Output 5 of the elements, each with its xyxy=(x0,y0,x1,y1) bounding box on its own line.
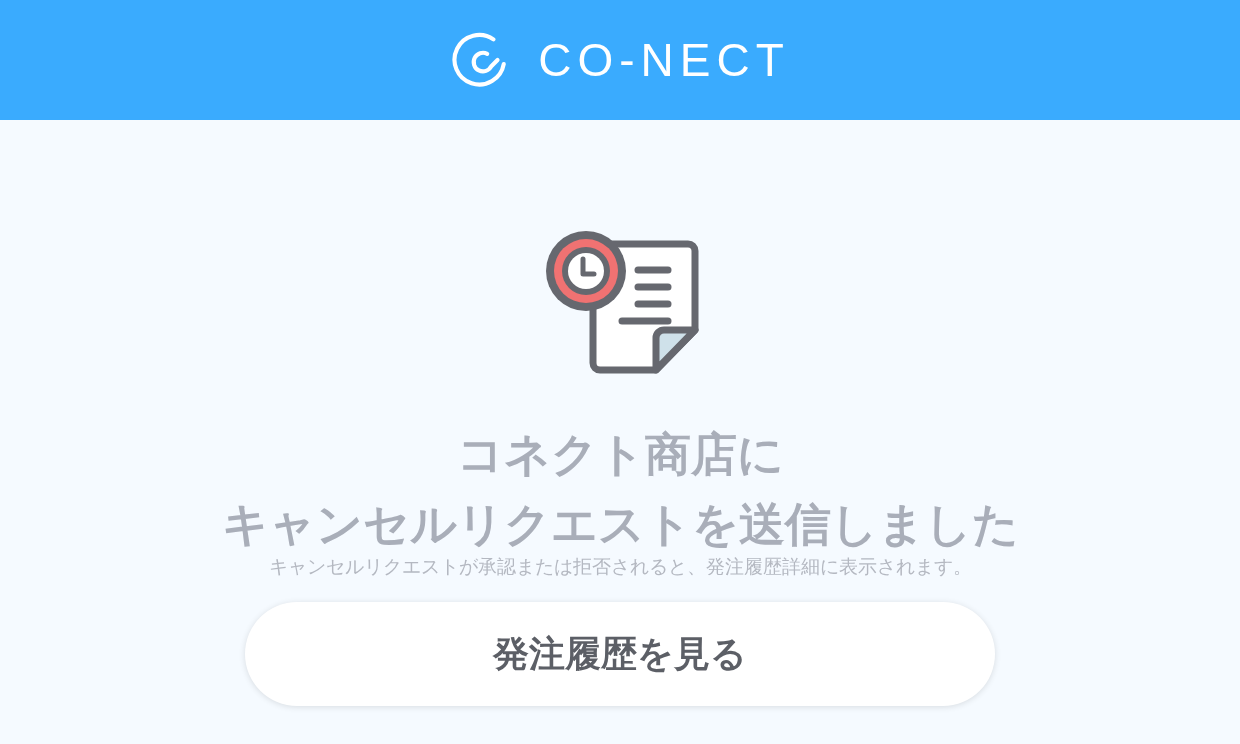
logo-text: CO-NECT xyxy=(538,33,790,87)
info-text: キャンセルリクエストが承認または拒否されると、発注履歴詳細に表示されます。 xyxy=(268,554,972,578)
heading-text: キャンセルリクエストを送信しました xyxy=(221,496,1019,552)
heading-text: コネクト商店に xyxy=(456,426,784,482)
order-history-button[interactable]: 発注履歴を見る xyxy=(245,602,995,706)
